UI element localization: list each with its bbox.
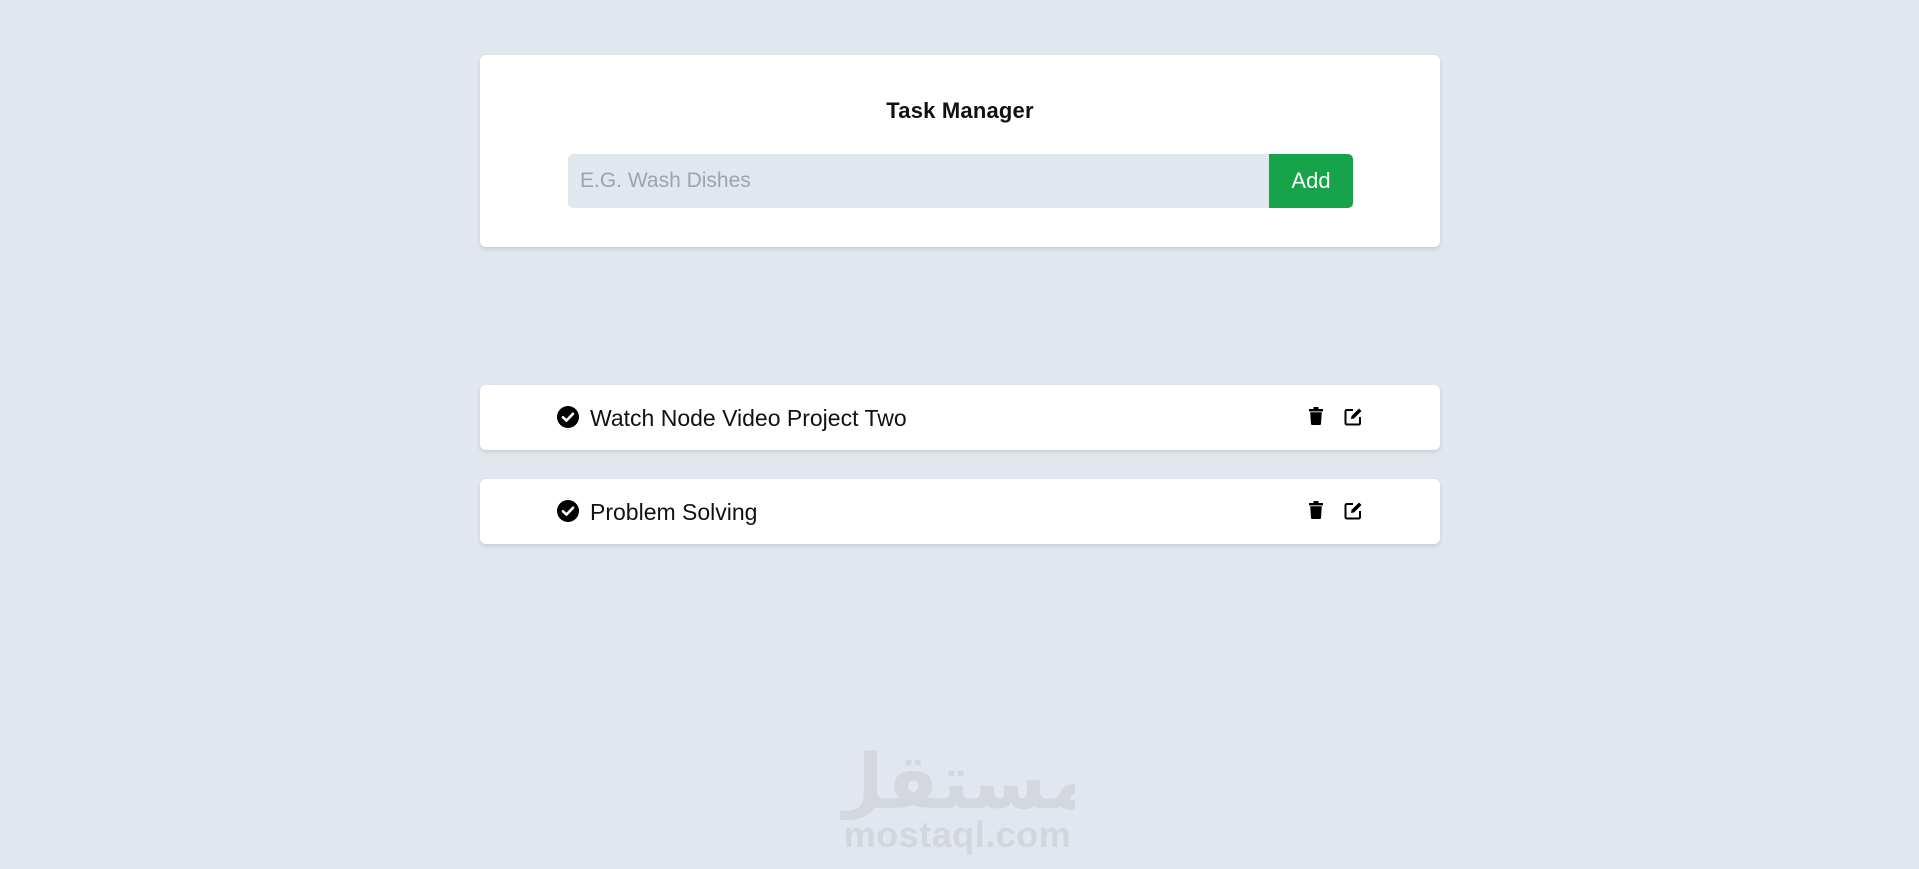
task-form: Task Manager Add [480, 55, 1440, 247]
edit-icon[interactable] [1343, 406, 1363, 426]
task-actions [1306, 500, 1363, 520]
task-item: Watch Node Video Project Two [480, 385, 1440, 450]
watermark-arabic: مستقل [840, 740, 1075, 820]
task-actions [1306, 406, 1363, 426]
page: Task Manager Add Watch Node Video Projec… [0, 0, 1919, 869]
add-button[interactable]: Add [1269, 154, 1353, 208]
watermark: مستقل mostaql.com [840, 740, 1075, 856]
task-name: Watch Node Video Project Two [590, 405, 907, 431]
trash-icon[interactable] [1306, 406, 1326, 426]
task-name: Problem Solving [590, 499, 758, 525]
mostaql-logo: مستقل [840, 740, 1075, 820]
form-title: Task Manager [886, 98, 1034, 123]
form-control: Add [568, 154, 1353, 208]
task-input[interactable] [568, 154, 1269, 208]
task-item: Problem Solving [480, 479, 1440, 544]
check-circle-icon [557, 406, 579, 428]
watermark-text: mostaql.com [843, 814, 1072, 855]
edit-icon[interactable] [1343, 500, 1363, 520]
check-circle-icon [557, 500, 579, 522]
trash-icon[interactable] [1306, 500, 1326, 520]
